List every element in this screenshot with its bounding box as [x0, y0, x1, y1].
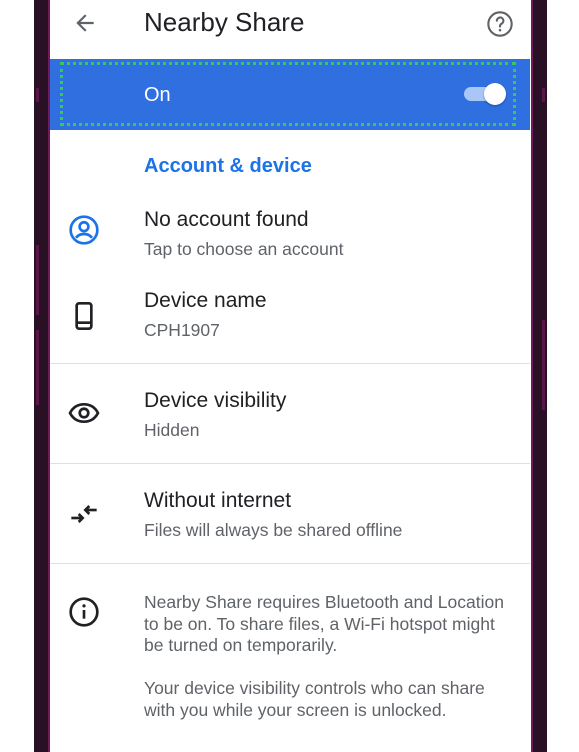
phone-button: [36, 88, 39, 102]
phone-button: [542, 88, 545, 102]
info-text: Your device visibility controls who can …: [144, 678, 485, 720]
setting-title: Without internet: [144, 489, 292, 512]
toggle-label: On: [144, 84, 171, 106]
info-icon: [69, 597, 99, 627]
without-internet-row[interactable]: Without internet Files will always be sh…: [50, 464, 530, 563]
phone-icon: [75, 302, 93, 330]
setting-subtitle: Files will always be shared offline: [144, 520, 403, 540]
phone-button: [542, 320, 545, 410]
account-row[interactable]: No account found Tap to choose an accoun…: [50, 198, 530, 270]
arrow-back-icon[interactable]: [72, 10, 98, 36]
info-text: Nearby Share requires Bluetooth and Loca…: [144, 592, 504, 655]
device-name-row[interactable]: Device name CPH1907: [50, 280, 530, 362]
device-visibility-row[interactable]: Device visibility Hidden: [50, 364, 530, 463]
account-circle-icon: [69, 215, 99, 245]
main-toggle-row[interactable]: On: [50, 59, 530, 130]
screen: Nearby Share On Account & device No acco…: [50, 0, 530, 752]
setting-subtitle: CPH1907: [144, 320, 220, 340]
offline-arrows-icon: [71, 505, 97, 523]
app-bar: Nearby Share: [50, 0, 530, 58]
setting-title: No account found: [144, 208, 309, 231]
help-circle-icon[interactable]: [486, 10, 514, 38]
setting-title: Device visibility: [144, 389, 287, 412]
phone-button: [36, 245, 39, 315]
setting-subtitle: Hidden: [144, 420, 200, 440]
phone-button: [36, 330, 39, 405]
setting-subtitle: Tap to choose an account: [144, 239, 344, 259]
main-toggle-switch[interactable]: [462, 83, 508, 105]
switch-thumb: [484, 83, 506, 105]
divider: [50, 563, 530, 564]
section-header: Account & device: [144, 155, 312, 177]
setting-title: Device name: [144, 289, 267, 312]
eye-icon: [68, 402, 100, 424]
focus-highlight: [60, 62, 516, 126]
page-title: Nearby Share: [144, 7, 305, 37]
